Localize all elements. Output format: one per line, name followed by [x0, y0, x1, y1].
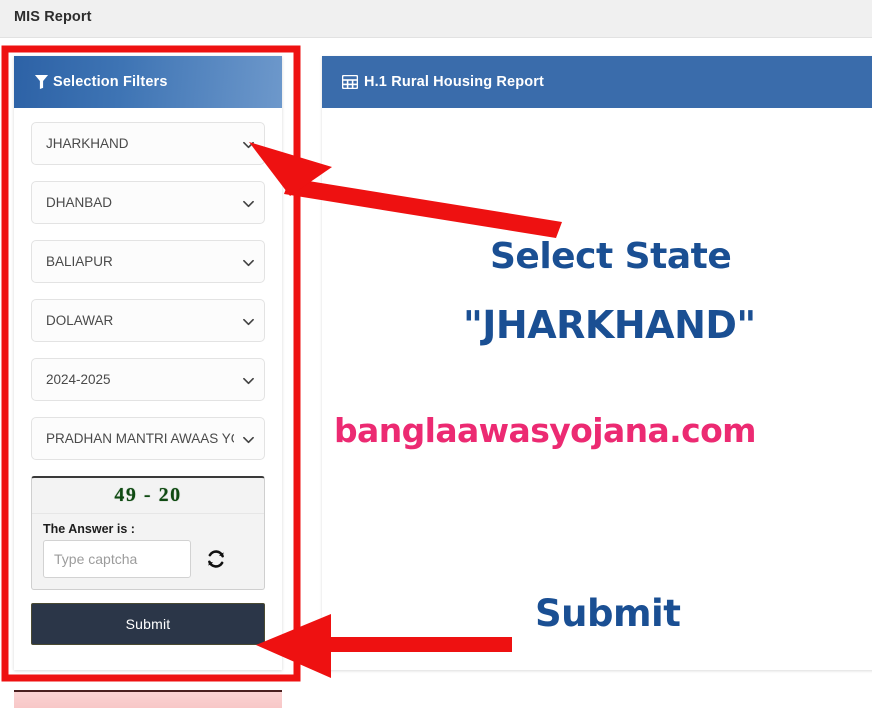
funnel-icon [34, 74, 49, 90]
selection-filters-label: Selection Filters [53, 74, 168, 90]
captcha-row [32, 540, 264, 589]
state-select[interactable]: JHARKHAND [31, 122, 265, 165]
captcha-box: 49 - 20 The Answer is : [31, 476, 265, 590]
screen-root: MIS Report Selection Filters JHARKHAND D… [0, 0, 872, 708]
report-header-label: H.1 Rural Housing Report [364, 74, 545, 90]
captcha-answer-label: The Answer is : [43, 522, 135, 536]
report-header: H.1 Rural Housing Report [322, 56, 872, 108]
panchayat-select[interactable]: DOLAWAR [31, 299, 265, 342]
district-select[interactable]: DHANBAD [31, 181, 265, 224]
bottom-panel-peek [14, 690, 282, 708]
panchayat-select-wrap: DOLAWAR [31, 299, 265, 342]
captcha-code: 49 - 20 [32, 478, 264, 514]
year-select-wrap: 2024-2025 [31, 358, 265, 401]
annotation-submit: Submit [535, 592, 681, 635]
refresh-icon[interactable] [205, 548, 227, 570]
selection-filters-card: Selection Filters JHARKHAND DHANBAD BALI… [14, 56, 282, 670]
block-select-wrap: BALIAPUR [31, 240, 265, 283]
annotation-select-state: Select State [490, 236, 732, 277]
scheme-select[interactable]: PRADHAN MANTRI AWAAS YOJANA [31, 417, 265, 460]
table-grid-icon [341, 74, 359, 90]
page-title: MIS Report [14, 9, 92, 25]
scheme-select-wrap: PRADHAN MANTRI AWAAS YOJANA [31, 417, 265, 460]
rural-housing-report-panel: H.1 Rural Housing Report [322, 56, 872, 670]
block-select[interactable]: BALIAPUR [31, 240, 265, 283]
top-bar: MIS Report [0, 0, 872, 38]
annotation-state-name: "JHARKHAND" [463, 303, 756, 347]
state-select-wrap: JHARKHAND [31, 122, 265, 165]
captcha-input[interactable] [43, 540, 191, 578]
selection-filters-header: Selection Filters [14, 56, 282, 108]
selection-filters-body: JHARKHAND DHANBAD BALIAPUR DOLAWAR 2024-… [14, 108, 282, 645]
submit-button[interactable]: Submit [31, 603, 265, 645]
watermark-text: banglaawasyojana.com [334, 411, 757, 450]
year-select[interactable]: 2024-2025 [31, 358, 265, 401]
district-select-wrap: DHANBAD [31, 181, 265, 224]
